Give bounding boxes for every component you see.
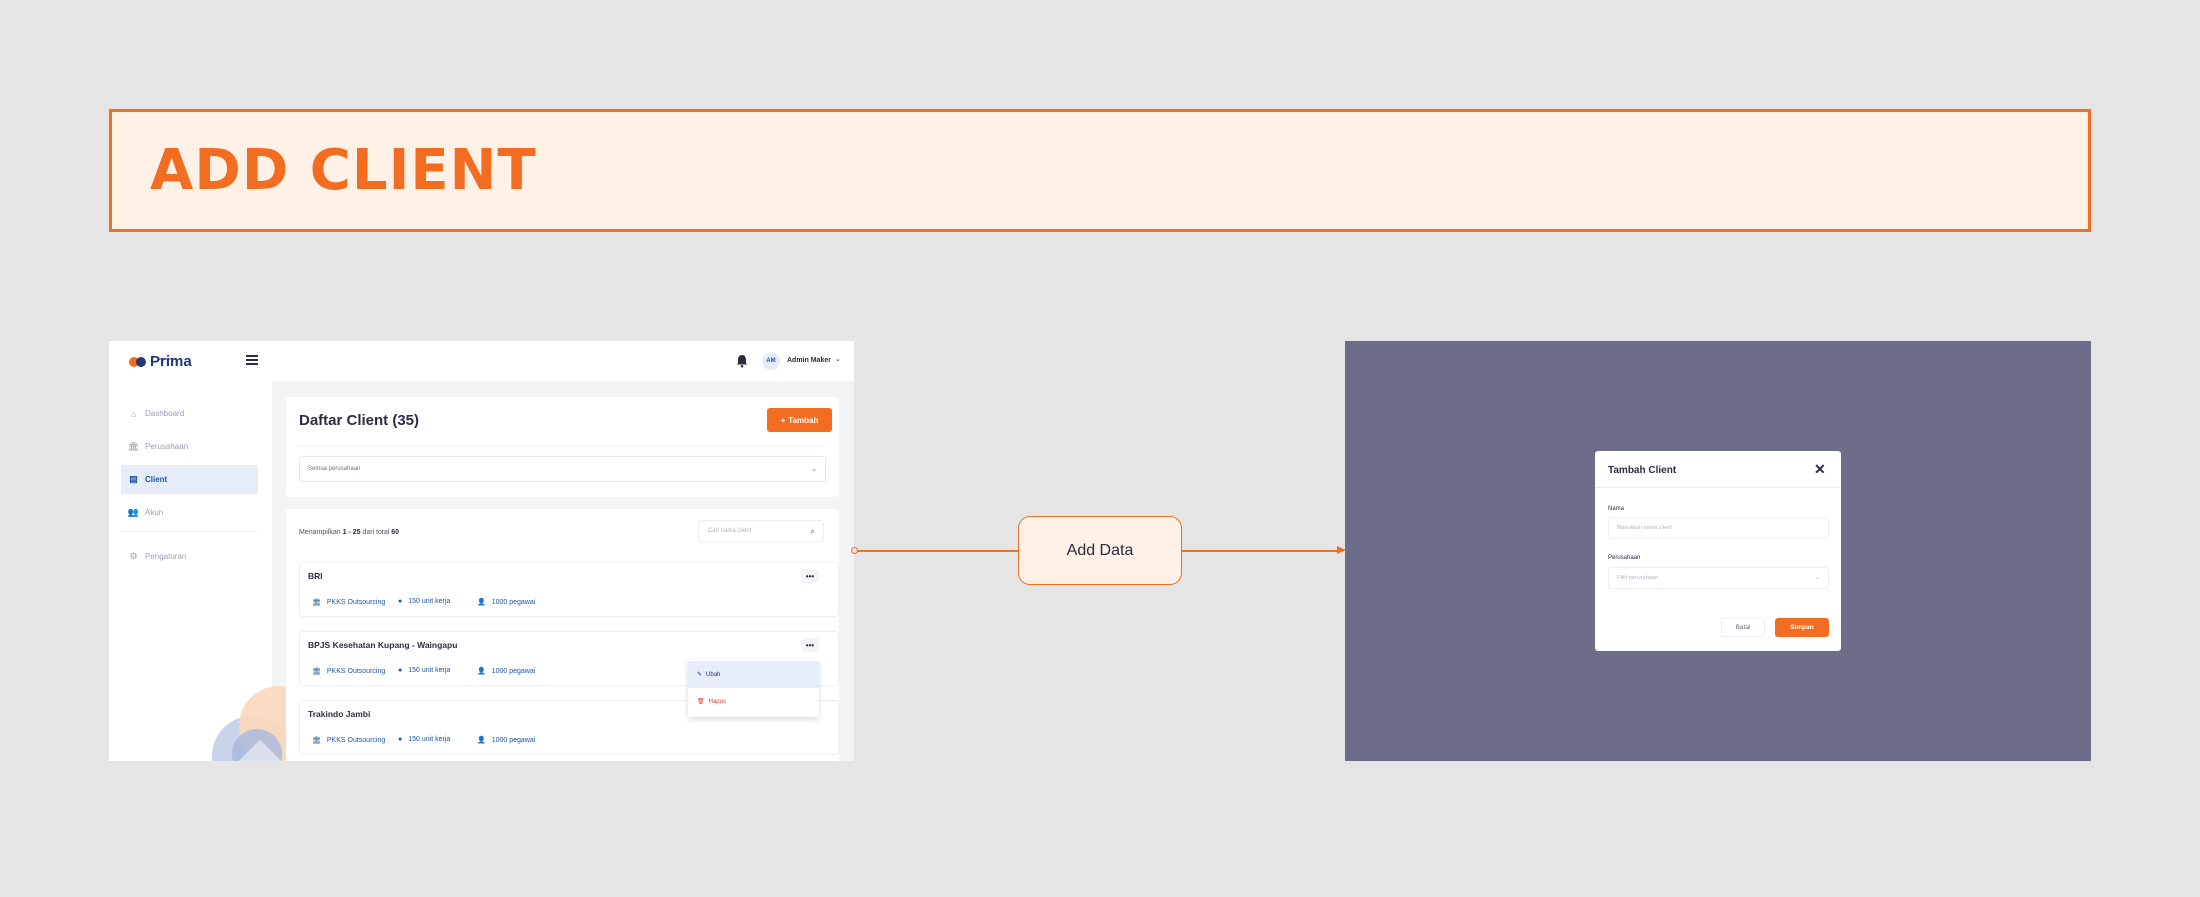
delete-menu-item[interactable]: 🗑 Hapus <box>688 688 819 715</box>
divider <box>1595 487 1841 488</box>
sidebar-nav: ⌂ Dashboard 🏛 Perusahaan ▤ Client 👥 Akun… <box>121 399 258 575</box>
avatar[interactable]: AM <box>762 352 780 370</box>
user-icon: 👤 <box>477 668 486 675</box>
name-field[interactable]: Masukkan nama client <box>1608 517 1829 539</box>
sidebar-item-akun[interactable]: 👥 Akun <box>121 498 258 527</box>
title-banner: ADD CLIENT <box>109 109 2091 232</box>
client-units: ● 150 unit kerja <box>398 667 451 674</box>
chevron-down-icon: ⌄ <box>1814 575 1820 581</box>
client-employees: 👤 1000 pegawai <box>477 598 536 607</box>
flow-step-label: Add Data <box>1018 516 1182 585</box>
client-name: BRI <box>308 571 323 581</box>
unit-icon: ● <box>398 736 403 743</box>
sidebar-divider <box>121 531 258 532</box>
sidebar-item-dashboard[interactable]: ⌂ Dashboard <box>121 399 258 428</box>
client-company: 🏛 PKKS Outsourcing <box>312 598 386 607</box>
sidebar-item-client[interactable]: ▤ Client <box>121 465 258 494</box>
pagination-summary: Menampilkan 1 - 25 dari total 60 <box>299 529 400 536</box>
logo-mark-icon <box>129 356 147 367</box>
sidebar-item-pengaturan[interactable]: ⚙ Pengaturan <box>121 542 258 571</box>
user-icon: 👤 <box>477 599 486 606</box>
sidebar-item-label: Dashboard <box>145 409 185 418</box>
flow-connector-start <box>851 547 858 554</box>
client-units: ● 150 unit kerja <box>398 598 451 605</box>
client-employees: 👤 1000 pegawai <box>477 736 536 745</box>
unit-icon: ● <box>398 667 403 674</box>
chevron-down-icon: ⌄ <box>811 466 817 473</box>
hamburger-menu-icon[interactable] <box>246 355 258 365</box>
pencil-icon: ✎ <box>697 672 703 678</box>
client-header-card: Daftar Client (35) + Tambah Semua perusa… <box>286 397 839 497</box>
company-filter-value: Semua perusahaan <box>308 466 361 472</box>
trash-icon: 🗑 <box>697 699 705 705</box>
flow-connector-line <box>1182 550 1337 552</box>
company-select[interactable]: Pilih perusahaan ⌄ <box>1608 567 1829 589</box>
sidebar-item-label: Akun <box>145 508 164 517</box>
modal-title: Tambah Client <box>1608 465 1677 476</box>
add-client-button[interactable]: + Tambah <box>767 408 832 432</box>
cancel-button[interactable]: Batal <box>1721 618 1765 637</box>
list-item[interactable]: BRI ••• 🏛 PKKS Outsourcing ● 150 unit kerj… <box>299 562 839 617</box>
sidebar: Prima Indonesia ⌂ Dashboard 🏛 Perusahaan… <box>109 341 317 761</box>
add-client-button-label: Tambah <box>788 415 819 425</box>
divider <box>299 445 826 446</box>
row-actions-menu: ✎ Ubah 🗑 Hapus <box>688 660 819 717</box>
client-name: Trakindo Jambi <box>308 709 371 719</box>
user-name[interactable]: Admin Maker <box>787 357 831 364</box>
banner-title: ADD CLIENT <box>150 138 537 203</box>
close-icon[interactable]: ✕ <box>1814 461 1826 478</box>
sidebar-item-perusahaan[interactable]: 🏛 Perusahaan <box>121 432 258 461</box>
briefcase-icon: ▤ <box>129 474 138 484</box>
building-icon: 🏛 <box>127 441 140 451</box>
sidebar-item-label: Pengaturan <box>145 552 187 561</box>
top-bar: AM Admin Maker ⌄ <box>272 341 854 381</box>
plus-icon: + <box>780 415 786 425</box>
name-placeholder: Masukkan nama client <box>1617 525 1672 531</box>
users-icon: 👥 <box>127 507 140 517</box>
home-icon: ⌂ <box>130 408 137 419</box>
logo-subtitle: Indonesia <box>159 356 177 361</box>
user-icon: 👤 <box>477 737 486 744</box>
client-units: ● 150 unit kerja <box>398 736 451 743</box>
company-placeholder: Pilih perusahaan <box>1617 575 1658 581</box>
building-icon: 🏛 <box>312 599 321 606</box>
client-list-screen: Prima Indonesia ⌂ Dashboard 🏛 Perusahaan… <box>109 341 854 761</box>
chevron-down-icon[interactable]: ⌄ <box>835 355 841 363</box>
sidebar-item-label: Perusahaan <box>145 442 189 451</box>
search-placeholder: Cari nama client <box>708 528 752 534</box>
client-employees: 👤 1000 pegawai <box>477 667 536 676</box>
search-icon: ⌕ <box>809 526 815 536</box>
client-company: 🏛 PKKS Outsourcing <box>312 736 386 745</box>
company-filter-select[interactable]: Semua perusahaan ⌄ <box>299 456 826 482</box>
flow-connector-line <box>854 550 1019 552</box>
add-client-modal: Tambah Client ✕ Nama Masukkan nama clien… <box>1595 451 1841 651</box>
edit-menu-item[interactable]: ✎ Ubah <box>688 661 819 688</box>
name-label: Nama <box>1608 506 1625 512</box>
company-label: Perusahaan <box>1608 555 1641 561</box>
client-company: 🏛 PKKS Outsourcing <box>312 667 386 676</box>
bell-icon[interactable] <box>736 354 748 368</box>
building-icon: 🏛 <box>312 737 321 744</box>
save-button[interactable]: Simpan <box>1775 618 1829 637</box>
sidebar-item-label: Client <box>145 475 168 484</box>
building-icon: 🏛 <box>312 668 321 675</box>
client-name: BPJS Kesehatan Kupang - Waingapu <box>308 640 458 650</box>
search-input[interactable]: Cari nama client ⌕ <box>698 520 824 542</box>
page-title: Daftar Client (35) <box>299 412 420 429</box>
unit-icon: ● <box>398 598 403 605</box>
client-list-card: Menampilkan 1 - 25 dari total 60 Cari na… <box>286 509 839 761</box>
gear-icon: ⚙ <box>129 551 138 561</box>
modal-overlay: Tambah Client ✕ Nama Masukkan nama clien… <box>1345 341 2091 761</box>
more-options-icon[interactable]: ••• <box>801 569 819 583</box>
more-options-icon[interactable]: ••• <box>801 638 819 652</box>
